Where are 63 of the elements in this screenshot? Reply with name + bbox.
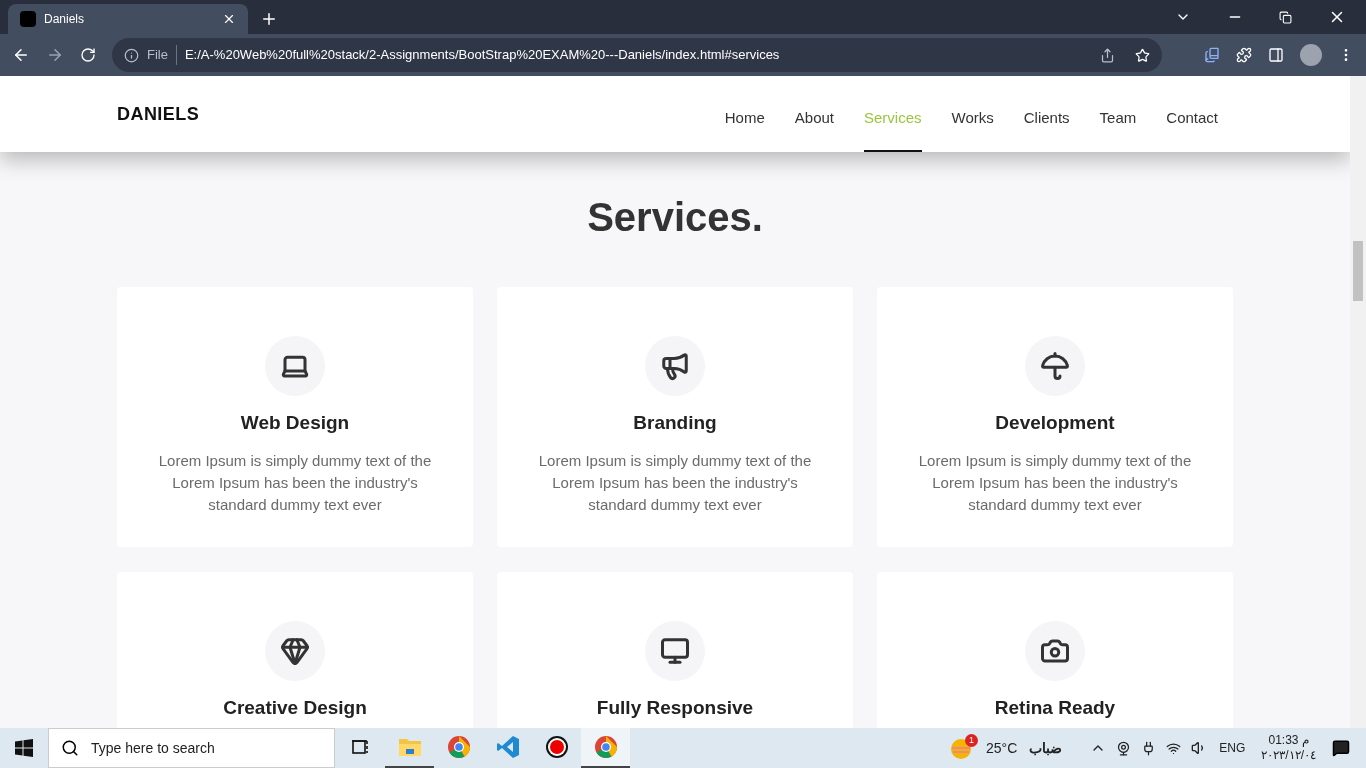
wifi-icon[interactable]	[1166, 740, 1182, 756]
card-title: Web Design	[240, 411, 350, 435]
notification-badge: 1	[965, 734, 979, 747]
chrome-icon	[446, 735, 471, 759]
bookmark-icon[interactable]	[1135, 47, 1150, 63]
puzzle-icon[interactable]	[1236, 47, 1252, 63]
section-title: Services.	[587, 194, 763, 241]
record-icon	[544, 735, 569, 759]
avatar-icon[interactable]	[1300, 44, 1322, 66]
info-icon	[124, 47, 139, 63]
code-editor-icon	[495, 735, 520, 759]
share-icon[interactable]	[1100, 47, 1115, 63]
close-icon[interactable]	[222, 12, 236, 26]
folder-icon	[397, 736, 422, 758]
nav-link[interactable]: Works	[951, 84, 994, 152]
brand-logo[interactable]: DANIELS	[117, 100, 200, 128]
clock-time: 01:33 م	[1268, 733, 1309, 748]
clock[interactable]: 01:33 م ٢٠٢٣/١٢/٠٤	[1261, 733, 1316, 763]
restore-icon[interactable]	[1279, 10, 1292, 24]
card-text: Lorem Ipsum is simply dummy text of the Lorem Ipsum has been the industry's standard dummy text ever	[917, 450, 1193, 515]
card-title: Fully Responsive	[596, 696, 754, 720]
address-bar[interactable]: File E:/A-%20Web%20full%20stack/2-Assignments/BootStrap%20EXAM%20---Daniels/index.html#services	[112, 38, 1162, 72]
taskbar-app[interactable]	[581, 728, 630, 768]
new-tab-icon[interactable]	[260, 10, 278, 28]
card-text: Lorem Ipsum is simply dummy text of the Lorem Ipsum has been the industry's standard dummy text ever	[537, 450, 813, 515]
back-icon[interactable]	[12, 46, 30, 64]
temperature: 25°C	[986, 738, 1018, 758]
url-text: E:/A-%20Web%20full%20stack/2-Assignments/BootStrap%20EXAM%20---Daniels/index.html#services	[184, 46, 781, 65]
extension-icon[interactable]	[1204, 47, 1220, 63]
card-title: Branding	[633, 411, 717, 435]
gem-icon	[280, 636, 310, 666]
reload-icon[interactable]	[80, 47, 96, 63]
card-title: Retina Ready	[994, 696, 1116, 720]
browser-tab[interactable]: Daniels	[8, 4, 248, 34]
nav-link[interactable]: About	[794, 84, 834, 152]
scheme-label: File	[147, 45, 177, 65]
umbrella-icon	[1040, 351, 1070, 381]
scroll-thumb[interactable]	[1353, 241, 1363, 301]
nav-link[interactable]: Contact	[1166, 84, 1218, 152]
scrollbar[interactable]	[1350, 76, 1366, 728]
notifications-icon[interactable]	[1332, 739, 1350, 757]
search-placeholder: Type here to search	[91, 738, 215, 758]
forward-icon[interactable]	[46, 46, 64, 64]
task-view-icon	[350, 737, 371, 757]
search-icon	[61, 739, 79, 757]
tab-title: Daniels	[44, 11, 86, 28]
weather-label: ضباب	[1029, 738, 1063, 758]
chrome-icon	[593, 735, 618, 759]
search-field[interactable]: Type here to search	[48, 728, 335, 768]
card-text: Lorem Ipsum is simply dummy text of the Lorem Ipsum has been the industry's standard dummy text ever	[157, 450, 433, 515]
monitor-icon	[660, 636, 690, 666]
camera-icon[interactable]	[1116, 740, 1132, 756]
nav-link[interactable]: Clients	[1023, 84, 1070, 152]
clock-date: ٢٠٢٣/١٢/٠٤	[1261, 748, 1316, 763]
card-title: Development	[995, 411, 1115, 435]
weather-icon[interactable]	[950, 738, 973, 760]
card-title: Creative Design	[223, 696, 367, 720]
megaphone-icon	[660, 351, 690, 381]
favicon-icon	[20, 11, 36, 27]
language-indicator[interactable]: ENG	[1219, 739, 1246, 757]
nav-link[interactable]: Home	[724, 84, 765, 152]
nav-link[interactable]: Team	[1099, 84, 1137, 152]
side-panel-icon[interactable]	[1268, 47, 1284, 63]
